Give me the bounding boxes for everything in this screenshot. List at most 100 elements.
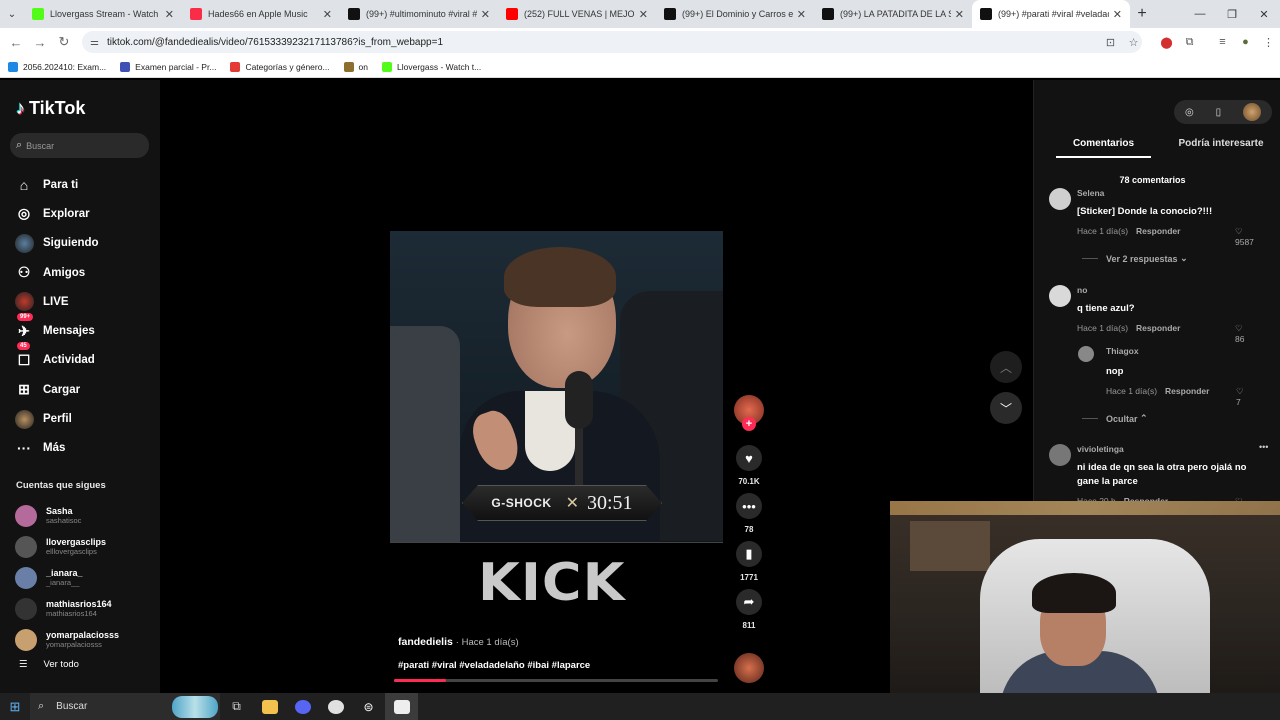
obs-icon[interactable]: ⊜ xyxy=(352,693,385,720)
see-all-button[interactable]: ☰ Ver todo xyxy=(19,659,79,670)
video-progress-bar[interactable] xyxy=(394,679,718,682)
chrome-menu-icon[interactable]: ⋮ xyxy=(1257,36,1280,49)
comment-user[interactable]: vivioletinga xyxy=(1077,444,1124,454)
tab-close-icon[interactable]: ✕ xyxy=(955,8,964,21)
browser-tab[interactable]: (99+) #ultimominuto #viral #k ✕ xyxy=(340,0,498,28)
sound-disc-avatar[interactable] xyxy=(734,653,764,683)
reply-avatar[interactable] xyxy=(1078,346,1094,362)
comment-avatar[interactable] xyxy=(1049,444,1071,466)
profile-avatar-icon[interactable]: ● xyxy=(1234,36,1257,48)
tab-close-icon[interactable]: ✕ xyxy=(797,8,806,21)
following-account[interactable]: Sasha sashatisoc xyxy=(15,500,119,531)
tab-close-icon[interactable]: ✕ xyxy=(1113,8,1122,21)
windows-start-icon[interactable]: ⊞ xyxy=(0,699,30,715)
browser-tab[interactable]: (99+) El Dominio y Carros en D ✕ xyxy=(656,0,814,28)
sidebar-item-explorar[interactable]: ◎ Explorar xyxy=(14,199,99,228)
video-hashtags[interactable]: #parati #viral #veladadelaño #ibai #lapa… xyxy=(398,660,590,671)
bookmark-star-icon[interactable]: ☆ xyxy=(1122,36,1145,49)
hide-replies-button[interactable]: Ocultar ⌃ xyxy=(1082,413,1148,424)
previous-video-button[interactable]: ︿ xyxy=(990,351,1022,383)
extension-opera-icon[interactable]: ⬤ xyxy=(1155,36,1178,49)
bookmark-item[interactable]: on xyxy=(343,61,368,72)
next-video-button[interactable]: ﹀ xyxy=(990,392,1022,424)
task-view-icon[interactable]: ⧉ xyxy=(220,693,253,720)
compass-icon[interactable]: ◎ xyxy=(1185,107,1194,118)
taskbar-search[interactable]: ⌕ Buscar xyxy=(30,693,220,720)
install-app-icon[interactable]: ⊡ xyxy=(1099,36,1122,49)
more-options-icon[interactable]: ••• xyxy=(1259,442,1268,452)
tab-close-icon[interactable]: ✕ xyxy=(165,8,174,21)
discord-icon[interactable] xyxy=(286,693,319,720)
comment-user[interactable]: Selena xyxy=(1077,188,1104,198)
address-bar[interactable]: ⚌ tiktok.com/@fandediealis/video/7615333… xyxy=(82,31,1142,53)
sidebar-item-amigos[interactable]: ⚇ Amigos xyxy=(14,258,99,287)
creator-avatar[interactable]: + xyxy=(734,395,764,431)
file-explorer-icon[interactable] xyxy=(253,693,286,720)
video-author[interactable]: fandedielis · Hace 1 día(s) xyxy=(398,636,519,648)
tiktok-logo[interactable]: ♪ TikTok xyxy=(16,98,85,119)
sidebar-item-mensajes[interactable]: ✈ 99+ Mensajes xyxy=(14,313,99,345)
browser-tab[interactable]: Hades66 en Apple Music ✕ xyxy=(182,0,340,28)
sidebar-item-live[interactable]: LIVE xyxy=(14,287,99,316)
video-player[interactable]: G-SHOCK ✕ 30:51 xyxy=(390,231,723,542)
comment-avatar[interactable] xyxy=(1049,285,1071,307)
tab-podria-interesarte[interactable]: Podría interesarte xyxy=(1166,138,1276,158)
extensions-puzzle-icon[interactable]: ⧉ xyxy=(1178,36,1201,49)
following-account[interactable]: _ianara_ _ianara__ xyxy=(15,562,119,593)
bookmark-icon[interactable]: ▮ xyxy=(736,541,762,567)
back-icon[interactable]: ← xyxy=(4,35,28,50)
bookmark-item[interactable]: 2056.202410: Exam... xyxy=(8,61,106,72)
reply-button[interactable]: Responder xyxy=(1165,386,1209,396)
minimize-icon[interactable]: — xyxy=(1184,0,1216,28)
new-tab-button[interactable]: + xyxy=(1130,0,1154,28)
browser-tab[interactable]: (252) FULL VENAS | MEJORES C ✕ xyxy=(498,0,656,28)
bookmark-item[interactable]: Llovergass - Watch t... xyxy=(382,61,481,72)
tab-comentarios[interactable]: Comentarios xyxy=(1056,138,1151,158)
browser-tab[interactable]: Llovergass Stream - Watch Live ✕ xyxy=(24,0,182,28)
reply-button[interactable]: Responder xyxy=(1136,226,1180,236)
reply-user[interactable]: Thiagox xyxy=(1106,346,1139,356)
comment-like[interactable]: ♡ 9587 xyxy=(1235,226,1254,247)
chrome-icon[interactable] xyxy=(319,693,352,720)
reload-icon[interactable]: ↻ xyxy=(52,34,76,50)
site-info-icon[interactable]: ⚌ xyxy=(90,37,99,48)
reply-like[interactable]: ♡ 7 xyxy=(1236,386,1244,407)
browser-tab[interactable]: (99+) LA PATADITA DE LA SUER ✕ xyxy=(814,0,972,28)
like-action[interactable]: ♥ 70.1K xyxy=(734,445,764,486)
sidebar-item-actividad[interactable]: ☐ 45 Actividad xyxy=(14,342,99,375)
comment-icon[interactable]: ••• xyxy=(736,493,762,519)
sidebar-item-cargar[interactable]: ⊞ Cargar xyxy=(14,375,99,404)
sidebar-item-más[interactable]: ··· Más xyxy=(14,434,99,463)
media-control-icon[interactable]: ≡ xyxy=(1211,36,1234,48)
comment-action[interactable]: ••• 78 xyxy=(734,493,764,534)
sidebar-item-perfil[interactable]: Perfil xyxy=(14,404,99,433)
sidebar-item-para-ti[interactable]: ⌂ Para ti xyxy=(14,170,99,199)
comment-like[interactable]: ♡ 86 xyxy=(1235,323,1244,344)
following-account[interactable]: llovergasclips elllovergasclips xyxy=(15,531,119,562)
following-account[interactable]: yomarpalaciosss yomarpalaciosss xyxy=(15,624,119,655)
tab-close-icon[interactable]: ✕ xyxy=(639,8,648,21)
reply-button[interactable]: Responder xyxy=(1136,323,1180,333)
share-icon[interactable]: ➦ xyxy=(736,589,762,615)
author-name[interactable]: fandedielis xyxy=(398,636,453,648)
notepad-icon[interactable] xyxy=(385,693,418,720)
save-action[interactable]: ▮ 1771 xyxy=(734,541,764,582)
following-account[interactable]: mathiasrios164 mathiasrios164 xyxy=(15,593,119,624)
user-avatar[interactable] xyxy=(1243,103,1262,121)
search-input[interactable]: ⌕ Buscar xyxy=(10,133,149,158)
share-action[interactable]: ➦ 811 xyxy=(734,589,764,630)
close-window-icon[interactable]: ✕ xyxy=(1248,0,1280,28)
tab-search-icon[interactable]: ⌄ xyxy=(0,0,24,28)
comment-user[interactable]: no xyxy=(1077,285,1087,295)
bookmark-item[interactable]: Examen parcial - Pr... xyxy=(120,61,216,72)
tab-close-icon[interactable]: ✕ xyxy=(323,8,332,21)
heart-icon[interactable]: ♥ xyxy=(736,445,762,471)
sidebar-item-siguiendo[interactable]: Siguiendo xyxy=(14,229,99,258)
follow-plus-icon[interactable]: + xyxy=(742,417,756,431)
device-icon[interactable]: ▯ xyxy=(1216,107,1222,118)
bookmark-item[interactable]: Categorías y género... xyxy=(230,61,330,72)
tab-close-icon[interactable]: ✕ xyxy=(481,8,490,21)
view-replies-button[interactable]: Ver 2 respuestas ⌄ xyxy=(1082,253,1188,264)
comment-avatar[interactable] xyxy=(1049,188,1071,210)
forward-icon[interactable]: → xyxy=(28,35,52,50)
